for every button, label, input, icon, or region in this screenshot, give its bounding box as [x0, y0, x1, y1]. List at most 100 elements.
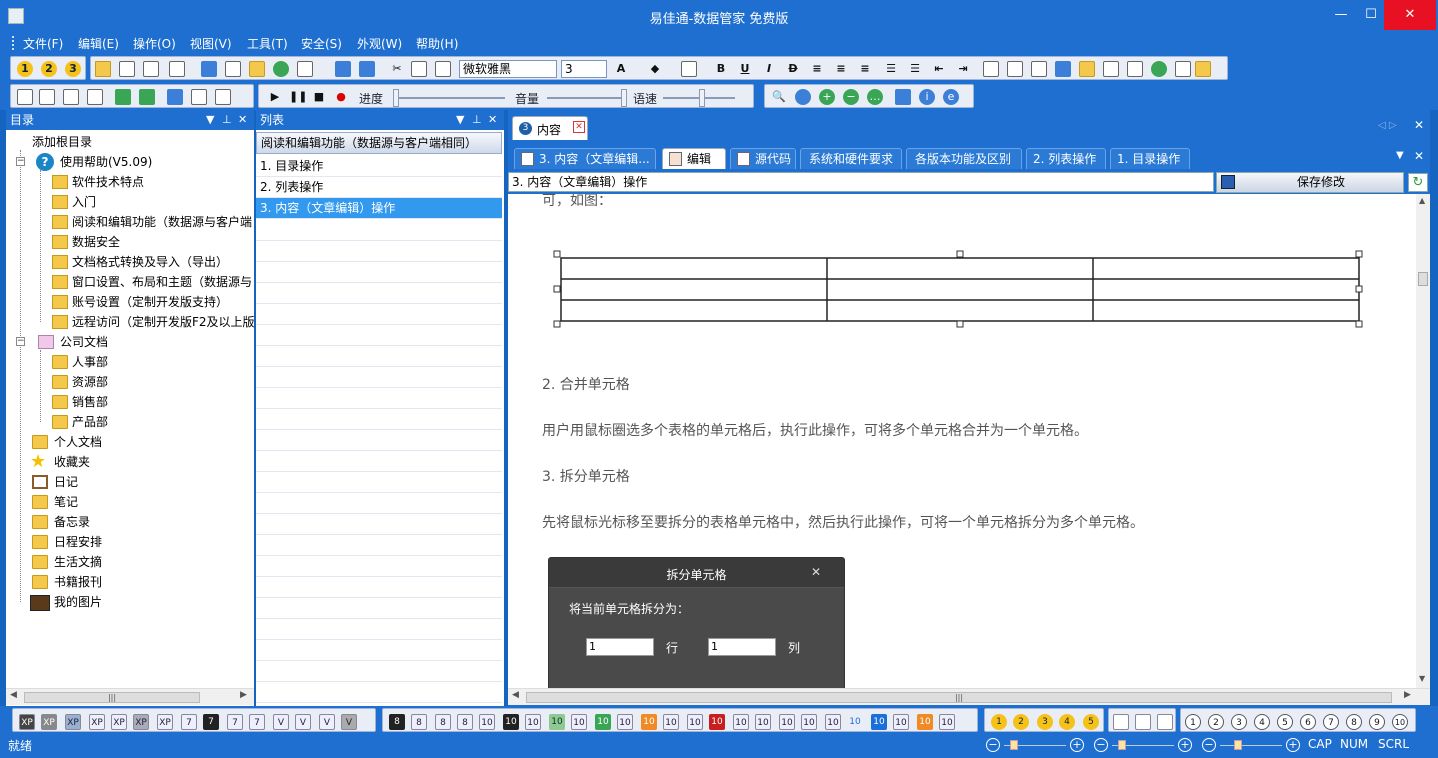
- find-icon[interactable]: [201, 61, 217, 77]
- style-10-button[interactable]: 10: [801, 714, 817, 730]
- open-folder-icon[interactable]: [95, 61, 111, 77]
- style-8-button[interactable]: 8: [435, 714, 451, 730]
- bullet-list-icon[interactable]: ☰: [907, 61, 923, 77]
- table-icon[interactable]: [1031, 61, 1047, 77]
- zoom-control-3[interactable]: − +: [1202, 738, 1302, 754]
- zoom-thumb[interactable]: [1010, 740, 1018, 750]
- style-10-button[interactable]: 10: [663, 714, 679, 730]
- style-v-button[interactable]: V: [319, 714, 335, 730]
- pane-menu-icon[interactable]: ▼: [206, 110, 214, 130]
- number-button[interactable]: 7: [1323, 714, 1339, 730]
- pane-close-icon[interactable]: ✕: [238, 110, 247, 130]
- minimize-button[interactable]: —: [1326, 0, 1356, 30]
- record-dot-icon[interactable]: ●: [333, 89, 349, 105]
- zoom-in-icon[interactable]: +: [1178, 738, 1192, 752]
- camera-icon[interactable]: [1151, 61, 1167, 77]
- chart-icon[interactable]: [1103, 61, 1119, 77]
- refresh-icon[interactable]: [273, 61, 289, 77]
- number-2-button[interactable]: 2: [1013, 714, 1029, 730]
- doc-tab[interactable]: 3 内容 ✕: [512, 116, 588, 140]
- numbered-list-icon[interactable]: ☰: [883, 61, 899, 77]
- maximize-button[interactable]: ☐: [1356, 0, 1386, 30]
- volume-slider-thumb[interactable]: [621, 89, 627, 107]
- pane-close-icon[interactable]: ✕: [488, 110, 497, 130]
- cut-icon[interactable]: ✂: [389, 61, 405, 77]
- collapse-icon[interactable]: −: [16, 337, 25, 346]
- template-icon[interactable]: [1195, 61, 1211, 77]
- scroll-left-icon[interactable]: ◀: [512, 690, 519, 700]
- stop-icon[interactable]: ■: [311, 89, 327, 105]
- upload-icon[interactable]: [335, 61, 351, 77]
- new-page-icon[interactable]: [169, 61, 185, 77]
- list-item[interactable]: 2. 列表操作: [256, 177, 502, 198]
- number-button[interactable]: 3: [1231, 714, 1247, 730]
- sample-table[interactable]: [552, 250, 1364, 328]
- style-7-button[interactable]: 7: [203, 714, 219, 730]
- page-icon[interactable]: [1007, 61, 1023, 77]
- menu-security[interactable]: 安全(S): [301, 35, 342, 52]
- tab-edit[interactable]: 编辑: [662, 148, 726, 169]
- level-3-button[interactable]: 3: [65, 61, 81, 77]
- number-button[interactable]: 10: [1392, 714, 1408, 730]
- progress-slider-thumb[interactable]: [393, 89, 399, 107]
- info-icon[interactable]: i: [919, 89, 935, 105]
- zoom-out-icon[interactable]: −: [986, 738, 1000, 752]
- layout-1-icon[interactable]: [1113, 714, 1129, 730]
- layers-icon[interactable]: [1055, 61, 1071, 77]
- scroll-left-icon[interactable]: ◀: [10, 690, 17, 700]
- scroll-down-icon[interactable]: ▼: [1419, 674, 1425, 683]
- plus-icon[interactable]: +: [819, 89, 835, 105]
- doc-tab-close-icon[interactable]: ✕: [573, 121, 585, 133]
- minus-icon[interactable]: −: [843, 89, 859, 105]
- menu-tools[interactable]: 工具(T): [247, 35, 288, 52]
- style-10-button[interactable]: 10: [617, 714, 633, 730]
- menu-view[interactable]: 视图(V): [190, 35, 232, 52]
- more-icon[interactable]: …: [867, 89, 883, 105]
- style-xp-button[interactable]: XP: [157, 714, 173, 730]
- style-10-button[interactable]: 10: [825, 714, 841, 730]
- style-10-button[interactable]: 10: [641, 714, 657, 730]
- properties-icon[interactable]: [87, 89, 103, 105]
- print-preview-icon[interactable]: [191, 89, 207, 105]
- tabs-close-icon[interactable]: ✕: [1414, 149, 1424, 163]
- align-center-icon[interactable]: ≡: [833, 61, 849, 77]
- number-5-button[interactable]: 5: [1083, 714, 1099, 730]
- title-input[interactable]: 3. 内容（文章编辑）操作: [508, 172, 1214, 192]
- tab-list-ops[interactable]: 2. 列表操作: [1026, 148, 1106, 169]
- zoom-control-1[interactable]: − +: [986, 738, 1086, 754]
- new-document-icon[interactable]: [17, 89, 33, 105]
- zoom-icon[interactable]: 🔍: [771, 89, 787, 105]
- layout-2-icon[interactable]: [1135, 714, 1151, 730]
- style-xp-button[interactable]: XP: [19, 714, 35, 730]
- style-7-button[interactable]: 7: [227, 714, 243, 730]
- tab-source-code[interactable]: 源代码: [730, 148, 796, 169]
- print-icon[interactable]: [215, 89, 231, 105]
- number-button[interactable]: 5: [1277, 714, 1293, 730]
- style-7-button[interactable]: 7: [249, 714, 265, 730]
- underline-icon[interactable]: U: [737, 61, 753, 77]
- layout-3-icon[interactable]: [1157, 714, 1173, 730]
- style-10-button[interactable]: 10: [571, 714, 587, 730]
- list-column-header[interactable]: 阅读和编辑功能（数据源与客户端相同）: [256, 132, 502, 154]
- tab-content-edit[interactable]: 3. 内容（文章编辑...: [514, 148, 656, 169]
- tab-requirements[interactable]: 系统和硬件要求: [800, 148, 902, 169]
- style-xp-button[interactable]: XP: [89, 714, 105, 730]
- progress-slider[interactable]: [393, 97, 505, 99]
- pane-menu-icon[interactable]: ▼: [456, 110, 464, 130]
- play-icon[interactable]: ▶: [267, 89, 283, 105]
- add-folder-icon[interactable]: [115, 89, 131, 105]
- editor-hscrollbar[interactable]: ◀ ||| ▶: [508, 688, 1430, 705]
- style-10-button[interactable]: 10: [871, 714, 887, 730]
- number-1-button[interactable]: 1: [991, 714, 1007, 730]
- tab-directory-ops[interactable]: 1. 目录操作: [1110, 148, 1190, 169]
- save-button[interactable]: 保存修改: [1216, 172, 1404, 193]
- collapse-icon[interactable]: −: [16, 157, 25, 166]
- tab-versions[interactable]: 各版本功能及区别: [906, 148, 1022, 169]
- style-10-button[interactable]: 10: [687, 714, 703, 730]
- number-button[interactable]: 2: [1208, 714, 1224, 730]
- style-10-button[interactable]: 10: [503, 714, 519, 730]
- pin-icon[interactable]: ⊥: [222, 110, 232, 130]
- lock-icon[interactable]: [895, 89, 911, 105]
- paste-icon[interactable]: [435, 61, 451, 77]
- style-10-button[interactable]: 10: [733, 714, 749, 730]
